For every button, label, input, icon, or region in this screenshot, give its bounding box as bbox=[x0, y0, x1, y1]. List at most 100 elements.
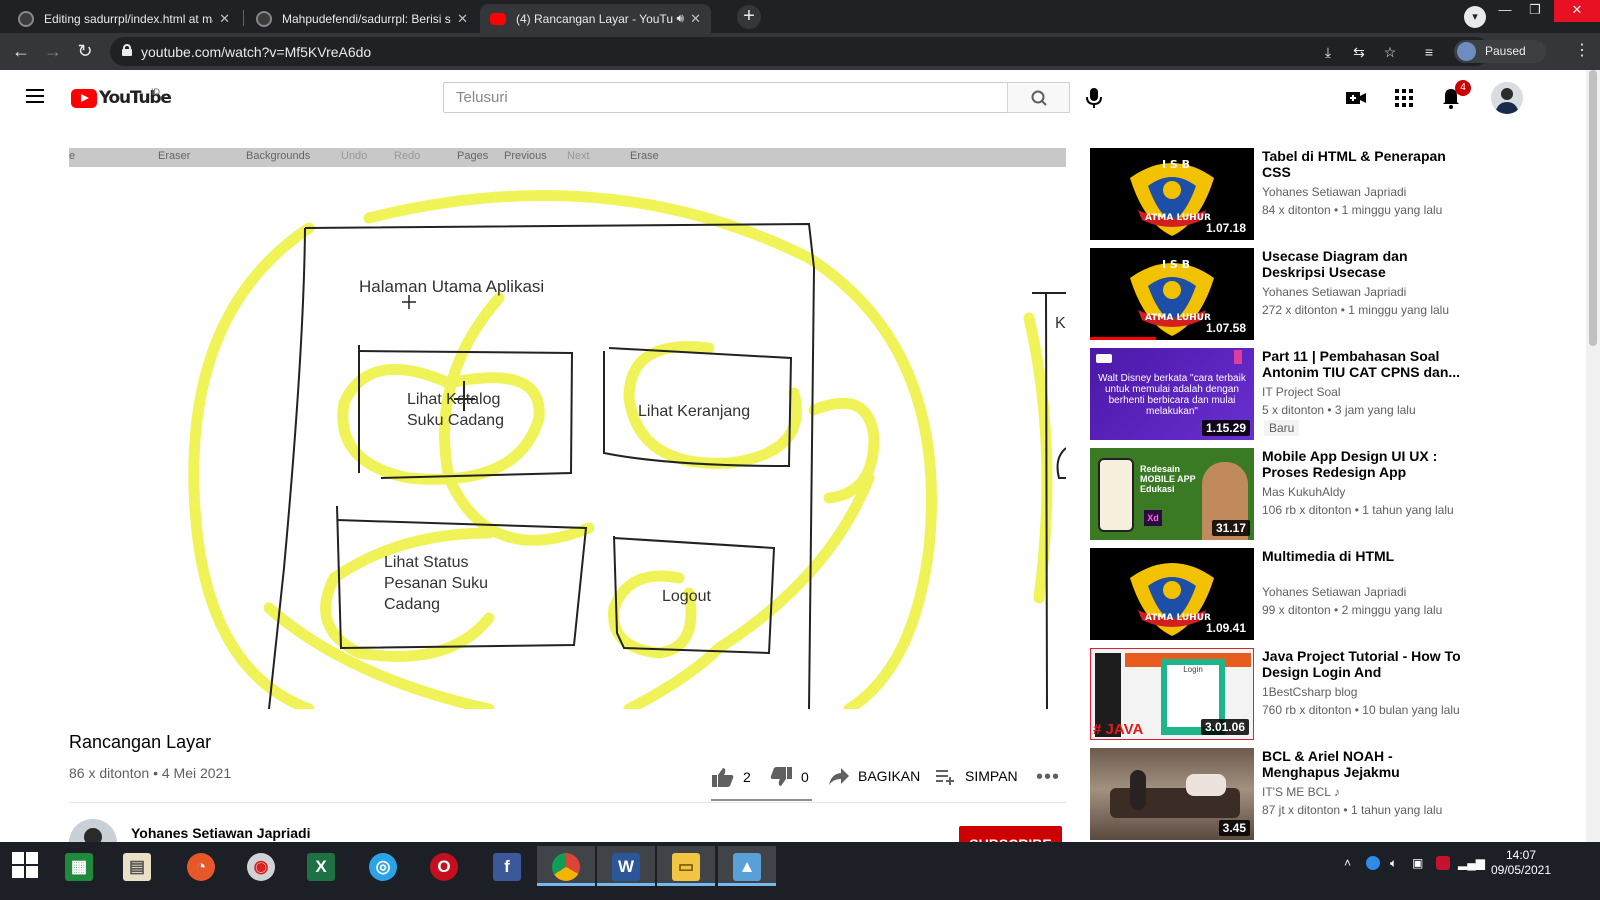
recommendation-title[interactable]: Tabel di HTML & Penerapan CSS bbox=[1262, 148, 1468, 180]
recommendation-title[interactable]: Multimedia di HTML bbox=[1262, 548, 1468, 564]
lock-icon bbox=[122, 44, 132, 56]
tab-github-repo[interactable]: Mahpudefendi/sadurrpl: Berisi sa ✕ bbox=[246, 4, 478, 33]
recommendation-channel[interactable]: 1BestCsharp blog bbox=[1262, 685, 1357, 699]
new-tab-button[interactable]: + bbox=[737, 5, 761, 29]
github-icon bbox=[256, 10, 272, 27]
taskbar-app[interactable]: f bbox=[478, 846, 536, 886]
video-thumbnail[interactable]: Redesain MOBILE APP Edukasi Xd 31.17 bbox=[1090, 448, 1254, 540]
share-button[interactable]: BAGIKAN bbox=[828, 766, 920, 786]
media-queue-icon[interactable]: ≡ bbox=[1420, 43, 1438, 61]
tab-search-icon[interactable]: ▾ bbox=[1464, 6, 1486, 28]
tab-github-editing[interactable]: Editing sadurrpl/index.html at ma ✕ bbox=[8, 4, 240, 33]
recommendation-item[interactable]: Redesain MOBILE APP Edukasi Xd 31.17 Mob… bbox=[1090, 448, 1470, 540]
antivirus-icon[interactable] bbox=[1436, 856, 1450, 870]
taskbar-app-photos[interactable]: ▲ bbox=[718, 846, 776, 886]
recommendation-channel[interactable]: IT'S ME BCL ♪ bbox=[1262, 785, 1340, 799]
taskbar-app[interactable]: ◔ bbox=[172, 846, 230, 886]
account-avatar[interactable] bbox=[1491, 82, 1523, 114]
save-button[interactable]: SIMPAN bbox=[935, 766, 1018, 786]
tab-youtube[interactable]: (4) Rancangan Layar - YouTu 🔊︎ ✕ bbox=[480, 4, 711, 33]
recommendation-item[interactable]: Walt Disney berkata "cara terbaik untuk … bbox=[1090, 348, 1470, 440]
system-clock[interactable]: 14:07 09/05/2021 bbox=[1488, 848, 1554, 878]
recommendation-item[interactable]: I S B ATMA LUHUR 1.07.18 Tabel di HTML &… bbox=[1090, 148, 1470, 240]
hamburger-menu-icon[interactable] bbox=[26, 89, 44, 103]
chrome-icon bbox=[552, 853, 580, 881]
upload-date: 4 Mei 2021 bbox=[161, 765, 232, 781]
dislike-button[interactable]: 0 bbox=[769, 766, 809, 788]
minimize-icon[interactable]: — bbox=[1490, 0, 1520, 22]
taskbar-app[interactable]: ▤ bbox=[108, 846, 166, 886]
video-thumbnail[interactable]: ATMA LUHUR 1.09.41 bbox=[1090, 548, 1254, 640]
scrollbar-thumb[interactable] bbox=[1589, 70, 1597, 346]
recommendation-channel[interactable]: Yohanes Setiawan Japriadi bbox=[1262, 585, 1406, 599]
recommendation-channel[interactable]: IT Project Soal bbox=[1262, 385, 1340, 399]
network-disconnected-icon[interactable]: ▣ bbox=[1412, 856, 1423, 870]
recommendation-meta: 5 x ditonton • 3 jam yang lalu bbox=[1262, 403, 1416, 417]
tray-overflow-icon[interactable]: ˄ bbox=[1344, 856, 1351, 870]
channel-name[interactable]: Yohanes Setiawan Japriadi bbox=[131, 825, 310, 841]
recommendation-channel[interactable]: Yohanes Setiawan Japriadi bbox=[1262, 285, 1406, 299]
photos-icon: ▲ bbox=[733, 853, 761, 881]
like-button[interactable]: 2 bbox=[711, 766, 751, 788]
taskbar-app[interactable]: ◎ bbox=[354, 846, 412, 886]
video-thumbnail[interactable]: I S B ATMA LUHUR 1.07.58 bbox=[1090, 248, 1254, 340]
close-icon[interactable]: ✕ bbox=[219, 11, 230, 27]
video-thumbnail[interactable]: Walt Disney berkata "cara terbaik untuk … bbox=[1090, 348, 1254, 440]
create-video-icon[interactable] bbox=[1344, 86, 1368, 110]
search-input[interactable]: Telusuri bbox=[443, 82, 1007, 113]
recommendation-item[interactable]: I S B ATMA LUHUR 1.07.58 Usecase Diagram… bbox=[1090, 248, 1470, 340]
reload-icon[interactable]: ↻ bbox=[74, 41, 96, 63]
video-thumbnail[interactable]: I S B ATMA LUHUR 1.07.18 bbox=[1090, 148, 1254, 240]
recommendation-channel[interactable]: Mas KukuhAldy bbox=[1262, 485, 1345, 499]
recommendation-title[interactable]: Java Project Tutorial - How To Design Lo… bbox=[1262, 648, 1468, 680]
more-actions-icon[interactable]: ••• bbox=[1036, 766, 1060, 789]
volume-icon[interactable]: 🔈︎ bbox=[1390, 856, 1397, 871]
video-thumbnail[interactable]: 3.45 bbox=[1090, 748, 1254, 840]
url-text[interactable]: youtube.com/watch?v=Mf5KVreA6do bbox=[141, 44, 371, 60]
install-icon[interactable]: ⤓ bbox=[1319, 43, 1337, 61]
apps-grid-icon[interactable] bbox=[1392, 86, 1416, 110]
recommendation-item[interactable]: ATMA LUHUR 1.09.41 Multimedia di HTML Yo… bbox=[1090, 548, 1470, 640]
recommendation-title[interactable]: Mobile App Design UI UX : Proses Redesig… bbox=[1262, 448, 1468, 480]
speaker-icon[interactable]: 🔊︎ bbox=[677, 11, 685, 26]
video-thumbnail[interactable]: Login # JAVA 3.01.06 bbox=[1090, 648, 1254, 740]
search-icon bbox=[1031, 90, 1047, 106]
duration-badge: 3.01.06 bbox=[1200, 719, 1249, 735]
recommendation-title[interactable]: BCL & Ariel NOAH - Menghapus Jejakmu bbox=[1262, 748, 1468, 780]
spreadsheet-app-icon: ▦ bbox=[65, 853, 93, 881]
recommendation-item[interactable]: Login # JAVA 3.01.06 Java Project Tutori… bbox=[1090, 648, 1470, 740]
recommendation-title[interactable]: Usecase Diagram dan Deskripsi Usecase bbox=[1262, 248, 1468, 280]
microphone-icon[interactable] bbox=[1083, 86, 1105, 110]
recommendation-meta: 99 x ditonton • 2 minggu yang lalu bbox=[1262, 603, 1443, 617]
back-arrow-icon[interactable]: ← bbox=[10, 41, 32, 63]
taskbar-app-explorer[interactable]: ▭ bbox=[657, 846, 715, 886]
windows-start-icon[interactable] bbox=[12, 852, 38, 878]
restore-icon[interactable]: ❐ bbox=[1520, 0, 1550, 22]
folder-icon: ▭ bbox=[672, 853, 700, 881]
tray-app-icon[interactable] bbox=[1366, 856, 1380, 870]
address-bar[interactable]: youtube.com/watch?v=Mf5KVreA6do ⤓ ⇆ ☆ ≡ … bbox=[110, 37, 1546, 66]
taskbar-app-word[interactable]: W bbox=[597, 846, 655, 886]
close-icon[interactable]: ✕ bbox=[457, 11, 468, 27]
profile-button[interactable]: Paused bbox=[1454, 40, 1546, 63]
signal-icon[interactable]: ▂▄▆ bbox=[1458, 856, 1485, 870]
taskbar-app[interactable]: ◉ bbox=[232, 846, 290, 886]
page-scrollbar[interactable] bbox=[1586, 70, 1600, 842]
recommendation-meta: 272 x ditonton • 1 minggu yang lalu bbox=[1262, 303, 1450, 317]
translate-icon[interactable]: ⇆ bbox=[1350, 43, 1368, 61]
profile-avatar bbox=[1457, 42, 1476, 61]
video-player[interactable]: e Eraser Backgrounds Undo Redo Pages Pre… bbox=[69, 148, 1066, 709]
search-button[interactable] bbox=[1007, 82, 1070, 113]
recommendation-title[interactable]: Part 11 | Pembahasan Soal Antonim TIU CA… bbox=[1262, 348, 1468, 380]
taskbar-app[interactable]: ▦ bbox=[50, 846, 108, 886]
taskbar-app-chrome[interactable] bbox=[537, 846, 595, 886]
taskbar-app[interactable]: O bbox=[415, 846, 473, 886]
browser-menu-icon[interactable]: ⋮ bbox=[1574, 40, 1590, 62]
taskbar-app[interactable]: X bbox=[292, 846, 350, 886]
recommendation-item[interactable]: 3.45 BCL & Ariel NOAH - Menghapus Jejakm… bbox=[1090, 748, 1470, 840]
bookmark-star-icon[interactable]: ☆ bbox=[1381, 43, 1399, 61]
close-icon[interactable]: ✕ bbox=[690, 11, 701, 27]
forward-arrow-icon[interactable]: → bbox=[42, 41, 64, 63]
window-close-icon[interactable]: ✕ bbox=[1554, 0, 1600, 22]
recommendation-channel[interactable]: Yohanes Setiawan Japriadi bbox=[1262, 185, 1406, 199]
